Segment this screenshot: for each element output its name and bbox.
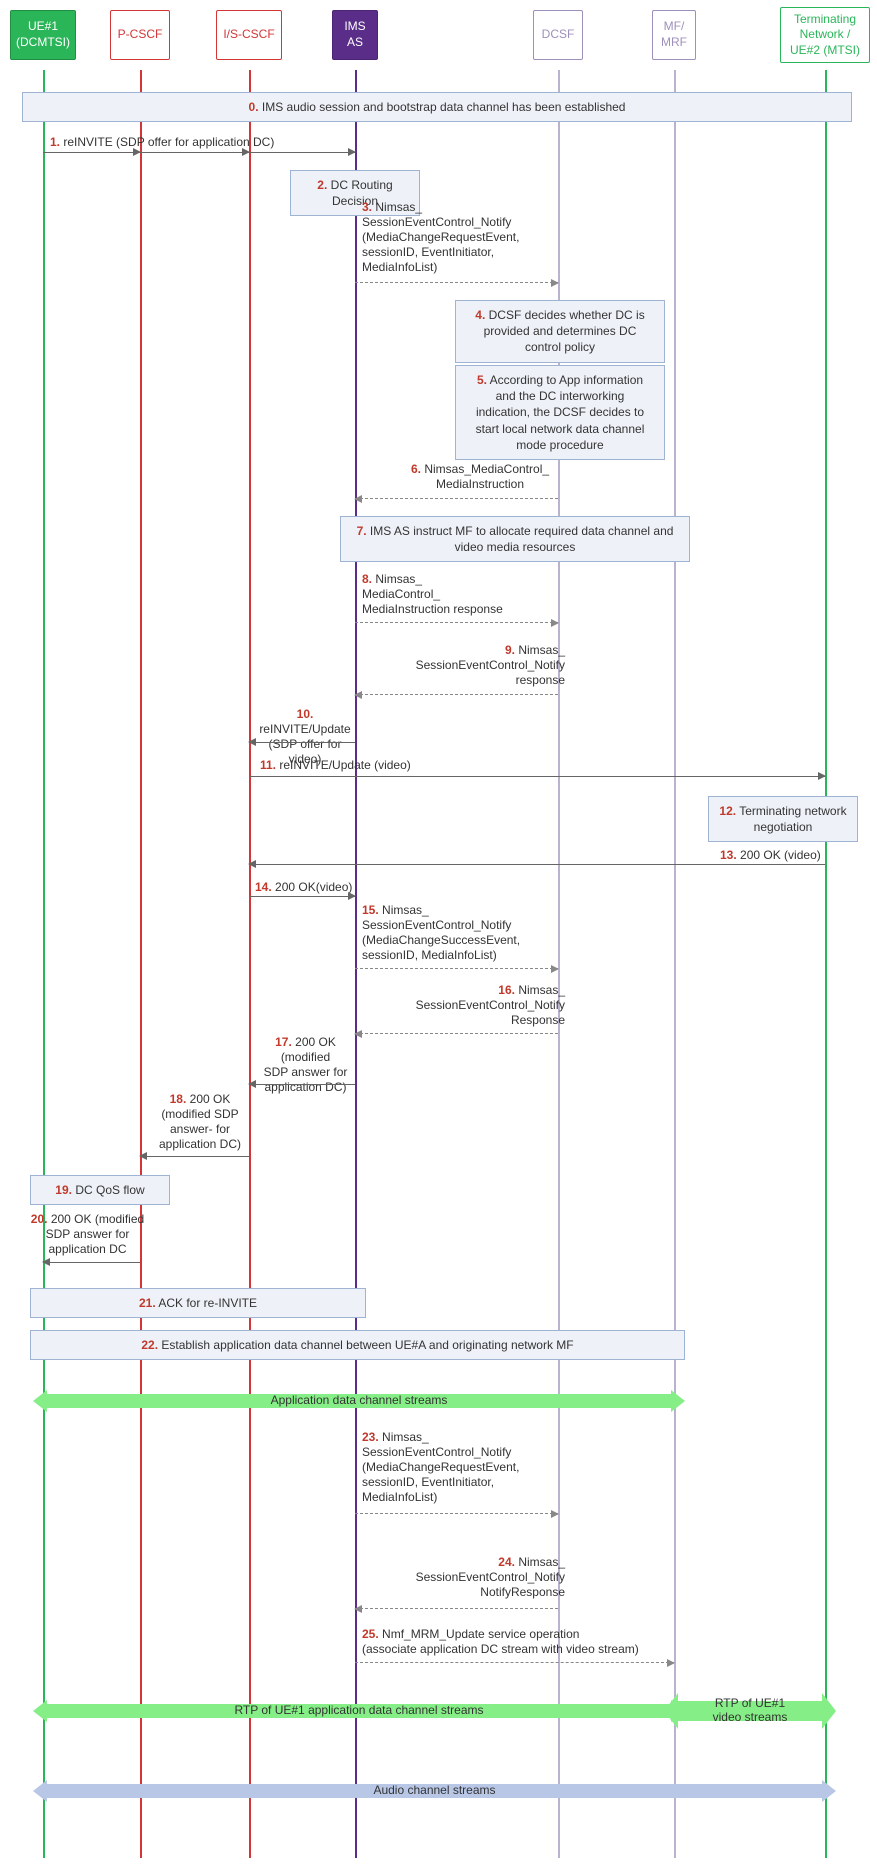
lifeline-ue1 xyxy=(43,70,45,1858)
step-19: 19. DC QoS flow xyxy=(30,1175,170,1205)
stream-app-dc: Application data channel streams xyxy=(33,1390,685,1412)
arrow-8 xyxy=(355,622,558,623)
step-11-label: 11. reINVITE/Update (video) xyxy=(260,758,411,773)
arrow-15 xyxy=(355,968,558,969)
actor-ue1: UE#1 (DCMTSI) xyxy=(10,10,76,60)
step-7: 7. IMS AS instruct MF to allocate requir… xyxy=(340,516,690,562)
actor-iscscf: I/S-CSCF xyxy=(216,10,282,60)
arrow-25 xyxy=(355,1662,674,1663)
arrow-1b xyxy=(140,152,249,153)
step-22: 22. Establish application data channel b… xyxy=(30,1330,685,1360)
actor-dcsf: DCSF xyxy=(533,10,583,60)
arrow-10 xyxy=(249,742,355,743)
arrow-16 xyxy=(355,1033,558,1034)
step-9-label: 9. Nimsas_ SessionEventControl_Notify re… xyxy=(400,643,565,688)
step-25-label: 25. Nmf_MRM_Update service operation (as… xyxy=(362,1627,652,1657)
arrow-1a xyxy=(43,152,140,153)
stream-rtp-vid: RTP of UE#1 video streams xyxy=(664,1693,836,1729)
step-3-label: 3. Nimsas_ SessionEventControl_Notify (M… xyxy=(362,200,542,275)
step-13-label: 13. 200 OK (video) xyxy=(720,848,821,863)
lifeline-pcscf xyxy=(140,70,142,1858)
arrow-17 xyxy=(249,1084,355,1085)
actor-imsas: IMS AS xyxy=(332,10,378,60)
arrow-11 xyxy=(249,776,825,777)
step-14-label: 14. 200 OK(video) xyxy=(255,880,352,895)
stream-audio: Audio channel streams xyxy=(33,1780,836,1802)
lifeline-term xyxy=(825,70,827,1858)
step-17-label: 17. 200 OK (modified SDP answer for appl… xyxy=(253,1035,358,1095)
step-1-label: 1. reINVITE (SDP offer for application D… xyxy=(50,135,274,150)
step-21: 21. ACK for re-INVITE xyxy=(30,1288,366,1318)
arrow-13 xyxy=(249,864,825,865)
step-20-label: 20. 200 OK (modified SDP answer for appl… xyxy=(30,1212,145,1257)
arrow-1c xyxy=(249,152,355,153)
step-23-label: 23. Nimsas_ SessionEventControl_Notify (… xyxy=(362,1430,542,1505)
step-5: 5. According to App information and the … xyxy=(455,365,665,460)
step-18-label: 18. 200 OK (modified SDP answer- for app… xyxy=(150,1092,250,1152)
arrow-24 xyxy=(355,1608,558,1609)
arrow-23 xyxy=(355,1513,558,1514)
actor-term: Terminating Network / UE#2 (MTSI) xyxy=(780,7,870,63)
lifeline-iscscf xyxy=(249,70,251,1858)
arrow-20 xyxy=(43,1262,140,1263)
actor-pcscf: P-CSCF xyxy=(110,10,170,60)
step-0: 0. IMS audio session and bootstrap data … xyxy=(22,92,852,122)
step-8-label: 8. Nimsas_ MediaControl_ MediaInstructio… xyxy=(362,572,532,617)
step-4: 4. DCSF decides whether DC is provided a… xyxy=(455,300,665,363)
lifeline-mfmrf xyxy=(674,70,676,1858)
stream-rtp-dc: RTP of UE#1 application data channel str… xyxy=(33,1700,685,1722)
step-16-label: 16. Nimsas_ SessionEventControl_Notify R… xyxy=(400,983,565,1028)
arrow-18 xyxy=(140,1156,249,1157)
arrow-6 xyxy=(355,498,558,499)
step-24-label: 24. Nimsas_ SessionEventControl_Notify N… xyxy=(395,1555,565,1600)
lifeline-imsas xyxy=(355,70,357,1858)
step-15-label: 15. Nimsas_ SessionEventControl_Notify (… xyxy=(362,903,542,963)
arrow-9 xyxy=(355,694,558,695)
step-12: 12. Terminating network negotiation xyxy=(708,796,858,842)
step-6-label: 6. Nimsas_MediaControl_ MediaInstruction xyxy=(400,462,560,492)
sequence-diagram: UE#1 (DCMTSI) P-CSCF I/S-CSCF IMS AS DCS… xyxy=(0,0,877,1868)
actor-mfmrf: MF/ MRF xyxy=(652,10,696,60)
arrow-14 xyxy=(249,896,355,897)
arrow-3 xyxy=(355,282,558,283)
